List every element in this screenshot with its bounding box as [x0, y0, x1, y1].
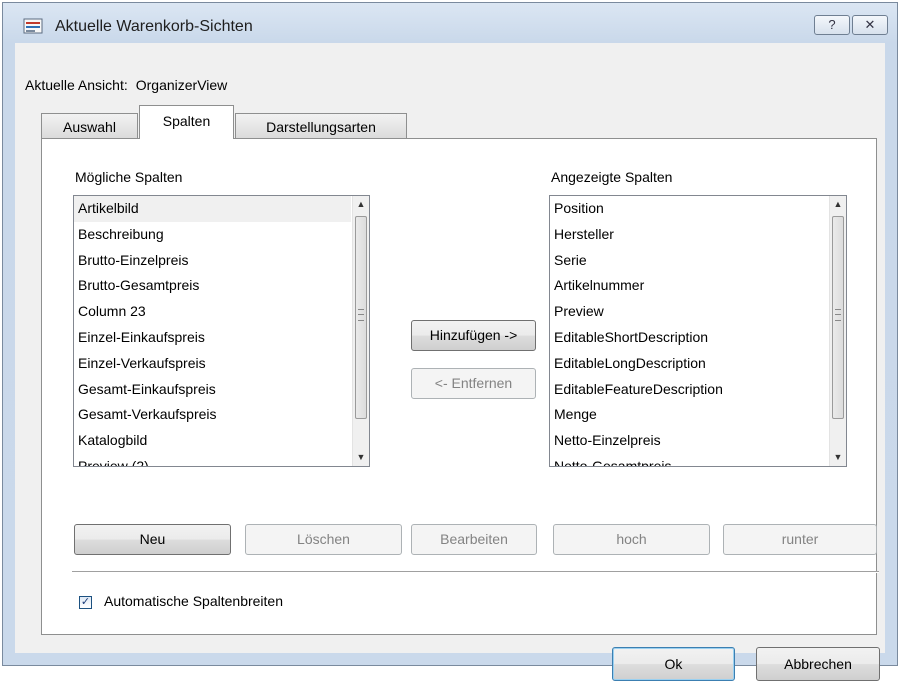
list-item[interactable]: Einzel-Einkaufspreis — [74, 325, 351, 351]
scroll-down-icon[interactable]: ▼ — [830, 449, 846, 466]
grip-icon — [358, 309, 364, 321]
list-item[interactable]: Brutto-Einzelpreis — [74, 248, 351, 274]
shopping-cart-icon — [23, 18, 43, 34]
dialog-window: Aktuelle Warenkorb-Sichten ? ✕ Aktuelle … — [2, 2, 898, 681]
window-title: Aktuelle Warenkorb-Sichten — [55, 18, 253, 35]
list-item[interactable]: Hersteller — [550, 222, 828, 248]
list-item[interactable]: Gesamt-Verkaufspreis — [74, 402, 351, 428]
tab-spalten[interactable]: Spalten — [139, 105, 234, 139]
displayed-columns-label: Angezeigte Spalten — [551, 169, 673, 185]
close-button[interactable]: ✕ — [852, 15, 888, 35]
scroll-up-icon[interactable]: ▲ — [353, 196, 369, 213]
divider — [72, 571, 879, 573]
list-item[interactable]: Preview — [550, 299, 828, 325]
list-item[interactable]: Menge — [550, 402, 828, 428]
list-item[interactable]: Brutto-Gesamtpreis — [74, 273, 351, 299]
delete-button[interactable]: Löschen — [245, 524, 402, 555]
displayed-columns-items: Position Hersteller Serie Artikelnummer Prev… — [550, 196, 828, 466]
cancel-button[interactable]: Abbrechen — [756, 647, 880, 681]
list-item[interactable]: Gesamt-Einkaufspreis — [74, 377, 351, 403]
displayed-columns-list[interactable]: Position Hersteller Serie Artikelnummer Prev… — [549, 195, 847, 467]
list-item[interactable]: Netto-Einzelpreis — [550, 428, 828, 454]
list-item[interactable]: Artikelnummer — [550, 273, 828, 299]
tab-auswahl[interactable]: Auswahl — [41, 113, 138, 139]
current-view-value: OrganizerView — [135, 77, 228, 93]
help-button[interactable]: ? — [814, 15, 850, 35]
scroll-down-icon[interactable]: ▼ — [353, 449, 369, 466]
auto-width-label[interactable]: Automatische Spaltenbreiten — [104, 593, 283, 609]
possible-columns-scrollbar[interactable]: ▲ ▼ — [352, 196, 369, 466]
edit-button[interactable]: Bearbeiten — [411, 524, 537, 555]
scroll-thumb[interactable] — [355, 216, 367, 419]
list-item[interactable]: Position — [550, 196, 828, 222]
move-down-button[interactable]: runter — [723, 524, 877, 555]
list-item[interactable]: Artikelbild — [74, 196, 351, 222]
possible-columns-list[interactable]: Artikelbild Beschreibung Brutto-Einzelprei… — [73, 195, 370, 467]
new-button[interactable]: Neu — [74, 524, 231, 555]
spalten-tab-panel: Mögliche Spalten Angezeigte Spalten Arti… — [41, 138, 879, 635]
ok-button[interactable]: Ok — [612, 647, 735, 681]
auto-width-checkbox[interactable]: ✓ — [79, 596, 92, 609]
list-item[interactable]: Preview (2) — [74, 454, 351, 466]
list-item[interactable]: Serie — [550, 248, 828, 274]
list-item[interactable]: EditableFeatureDescription — [550, 377, 828, 403]
scroll-up-icon[interactable]: ▲ — [830, 196, 846, 213]
add-column-button[interactable]: Hinzufügen -> — [411, 320, 536, 351]
list-item[interactable]: Einzel-Verkaufspreis — [74, 351, 351, 377]
list-item[interactable]: Netto-Gesamtpreis — [550, 454, 828, 466]
move-up-button[interactable]: hoch — [553, 524, 710, 555]
current-view-line: Aktuelle Ansicht: OrganizerView — [25, 77, 227, 93]
tab-darstellungsarten[interactable]: Darstellungsarten — [235, 113, 407, 139]
list-item[interactable]: EditableShortDescription — [550, 325, 828, 351]
scroll-thumb[interactable] — [832, 216, 844, 419]
dialog-client-area: Aktuelle Ansicht: OrganizerView Auswahl S… — [15, 43, 885, 681]
current-view-label: Aktuelle Ansicht: — [25, 77, 128, 93]
displayed-columns-scrollbar[interactable]: ▲ ▼ — [829, 196, 846, 466]
possible-columns-items: Artikelbild Beschreibung Brutto-Einzelprei… — [74, 196, 351, 466]
possible-columns-label: Mögliche Spalten — [75, 169, 183, 185]
title-bar: Aktuelle Warenkorb-Sichten ? ✕ — [3, 3, 897, 43]
list-item[interactable]: Katalogbild — [74, 428, 351, 454]
remove-column-button[interactable]: <- Entfernen — [411, 368, 536, 399]
list-item[interactable]: EditableLongDescription — [550, 351, 828, 377]
grip-icon — [835, 309, 841, 321]
list-item[interactable]: Column 23 — [74, 299, 351, 325]
list-item[interactable]: Beschreibung — [74, 222, 351, 248]
